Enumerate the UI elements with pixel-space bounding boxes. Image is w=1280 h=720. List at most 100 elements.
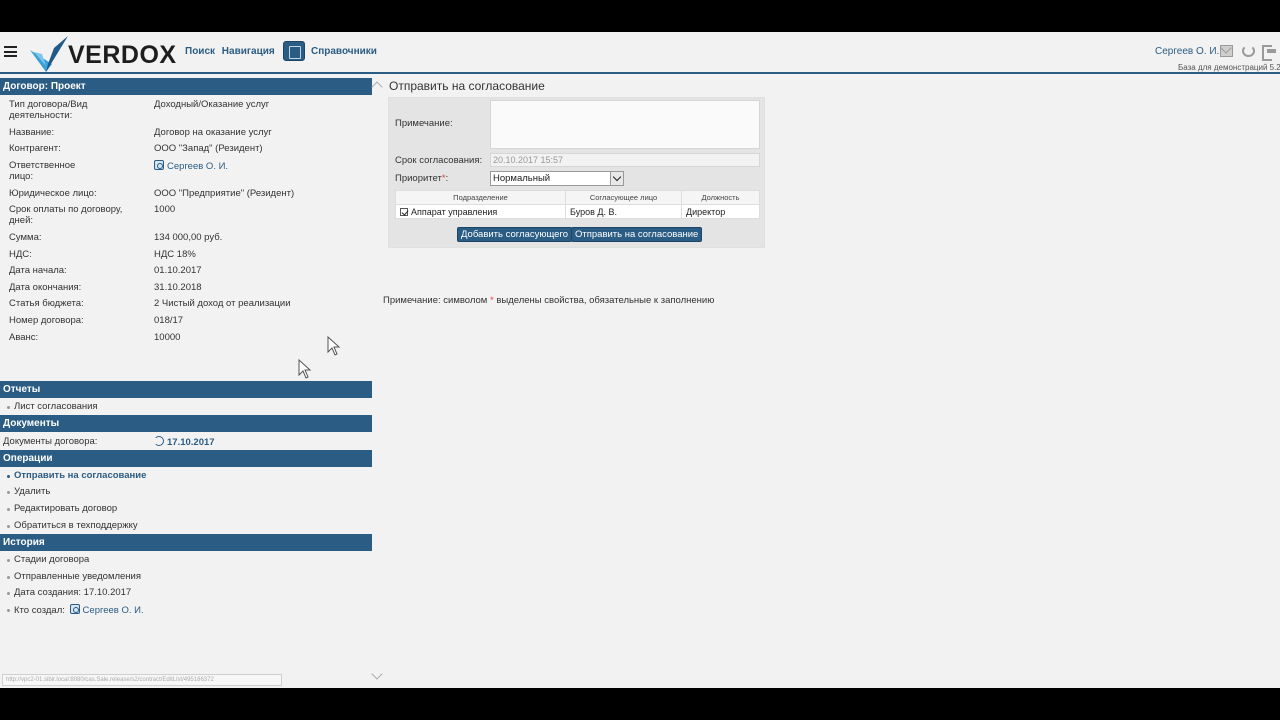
history-notifications[interactable]: Отправленные уведомления <box>14 571 141 582</box>
field-label: Номер договора: <box>9 315 84 326</box>
page-title: Отправить на согласование <box>389 79 545 93</box>
history-stages[interactable]: Стадии договора <box>14 554 89 565</box>
priority-label-text: Приоритет <box>395 173 442 184</box>
field-label: Ответственное лицо: <box>9 160 76 182</box>
documents-date-link[interactable]: 17.10.2017 <box>167 437 215 448</box>
col-approver: Согласующее лицо <box>565 190 682 205</box>
bullet-icon <box>7 406 10 409</box>
footnote-star: * <box>489 295 494 306</box>
field-value: 1000 <box>154 204 176 215</box>
field-value: 2 Чистый доход от реализации <box>154 298 291 309</box>
add-approver-button[interactable]: Добавить согласующего <box>457 227 573 242</box>
priority-label: Приоритет*: <box>395 173 448 184</box>
sidebar: Договор: Проект Тип договора/Вид деятель… <box>0 76 372 688</box>
field-value: ООО "Запад" (Резидент) <box>154 143 263 154</box>
logo-text: VERDOX <box>68 41 177 69</box>
deadline-input[interactable]: 20.10.2017 15:57 <box>490 153 760 167</box>
section-reports-header: Отчеты <box>0 381 372 398</box>
user-card-icon <box>69 604 80 614</box>
status-url-bar: http://vpc2-01.sibir.local:8080/cas.Sale… <box>2 674 282 686</box>
document-history-icon <box>154 436 164 446</box>
created-by-label: Кто создал: <box>14 605 65 616</box>
bullet-icon <box>7 559 10 562</box>
field-value: 31.10.2018 <box>154 282 202 293</box>
documents-link-wrap[interactable]: 17.10.2017 <box>154 436 215 448</box>
footnote-suffix: выделены свойства, обязательные к заполн… <box>496 295 715 306</box>
user-name[interactable]: Сергеев О. И. <box>1155 46 1219 57</box>
nav-search[interactable]: Поиск <box>185 46 215 57</box>
section-history-header: История <box>0 534 372 551</box>
send-for-approval-button[interactable]: Отправить на согласование <box>571 227 703 242</box>
report-approval-sheet[interactable]: Лист согласования <box>14 401 98 412</box>
user-card-icon <box>154 160 164 170</box>
main-panel: Отправить на согласование Примечание: Ср… <box>383 76 1280 688</box>
section-contract-header: Договор: Проект <box>0 78 372 95</box>
note-textarea[interactable] <box>490 100 760 149</box>
bullet-icon <box>7 609 10 612</box>
top-nav: Поиск Навигация <box>185 46 279 57</box>
bullet-icon <box>7 576 10 579</box>
op-send-for-approval[interactable]: Отправить на согласование <box>14 470 146 481</box>
field-value: 018/17 <box>154 315 184 326</box>
field-value: 01.10.2017 <box>154 265 202 276</box>
bullet-icon <box>7 525 10 528</box>
footnote-prefix: Примечание: символом <box>383 295 488 306</box>
cell-department: Аппарат управления <box>395 204 566 219</box>
field-label: Аванс: <box>9 332 39 343</box>
table-header-row: Подразделение Согласующее лицо Должность <box>395 190 760 205</box>
note-label: Примечание: <box>395 118 453 129</box>
priority-value: Нормальный <box>493 173 551 184</box>
logo-mark-icon <box>30 36 68 72</box>
nav-references[interactable]: Справочники <box>311 46 377 57</box>
field-value: НДС 18% <box>154 249 196 260</box>
history-created-by: Кто создал: Сергеев О. И. <box>14 604 144 616</box>
field-label: Статья бюджета: <box>9 298 84 309</box>
op-edit-contract[interactable]: Редактировать договор <box>14 503 117 514</box>
field-value: Доходный/Оказание услуг <box>154 99 270 110</box>
priority-select[interactable]: Нормальный <box>490 171 624 186</box>
menu-icon[interactable] <box>4 46 17 57</box>
references-icon[interactable] <box>283 41 305 61</box>
field-label: Срок оплаты по договору, дней: <box>9 204 123 226</box>
field-label: Контрагент: <box>9 143 61 154</box>
scroll-down-icon[interactable] <box>371 668 383 680</box>
field-label: Сумма: <box>9 232 42 243</box>
created-by-link[interactable]: Сергеев О. И. <box>83 605 144 616</box>
section-documents-header: Документы <box>0 415 372 432</box>
field-value: 134 000,00 руб. <box>154 232 223 243</box>
bullet-icon <box>7 491 10 494</box>
chevron-down-icon[interactable] <box>610 172 623 185</box>
app-window: VERDOX Поиск Навигация Справочники Серге… <box>0 32 1280 688</box>
bullet-icon <box>7 592 10 595</box>
section-operations-header: Операции <box>0 450 372 467</box>
nav-navigation[interactable]: Навигация <box>222 46 275 57</box>
op-delete[interactable]: Удалить <box>14 486 50 497</box>
approval-form: Примечание: Срок согласования: 20.10.201… <box>388 97 765 248</box>
field-label: Дата окончания: <box>9 282 82 293</box>
col-position: Должность <box>681 190 760 205</box>
field-value: Договор на оказание услуг <box>154 127 272 138</box>
logo[interactable]: VERDOX <box>28 34 176 74</box>
field-label: Документы договора: <box>3 436 98 447</box>
approvers-table: Подразделение Согласующее лицо Должность… <box>395 190 760 219</box>
responsible-link[interactable]: Сергеев О. И. <box>167 161 228 172</box>
deadline-label: Срок согласования: <box>395 155 483 166</box>
field-label: Тип договора/Вид деятельности: <box>9 99 88 121</box>
department-text: Аппарат управления <box>411 206 498 217</box>
database-label: База для демонстраций 5.2 <box>1178 63 1280 72</box>
history-created-date: Дата создания: 17.10.2017 <box>14 587 132 598</box>
col-department: Подразделение <box>395 190 566 205</box>
logout-icon[interactable] <box>1262 45 1276 61</box>
field-value-link[interactable]: Сергеев О. И. <box>154 160 228 172</box>
scroll-up-icon[interactable] <box>371 81 383 93</box>
mail-icon[interactable] <box>1220 45 1233 57</box>
row-checkbox[interactable] <box>400 207 408 216</box>
field-value: ООО "Предприятие" (Резидент) <box>154 188 295 199</box>
bullet-icon <box>7 508 10 511</box>
field-label: Название: <box>9 127 55 138</box>
op-support[interactable]: Обратиться в техподдержку <box>14 520 138 531</box>
top-bar: VERDOX Поиск Навигация Справочники Серге… <box>0 32 1280 74</box>
refresh-icon[interactable] <box>1242 45 1255 57</box>
field-value: 10000 <box>154 332 181 343</box>
field-label: НДС: <box>9 249 32 260</box>
